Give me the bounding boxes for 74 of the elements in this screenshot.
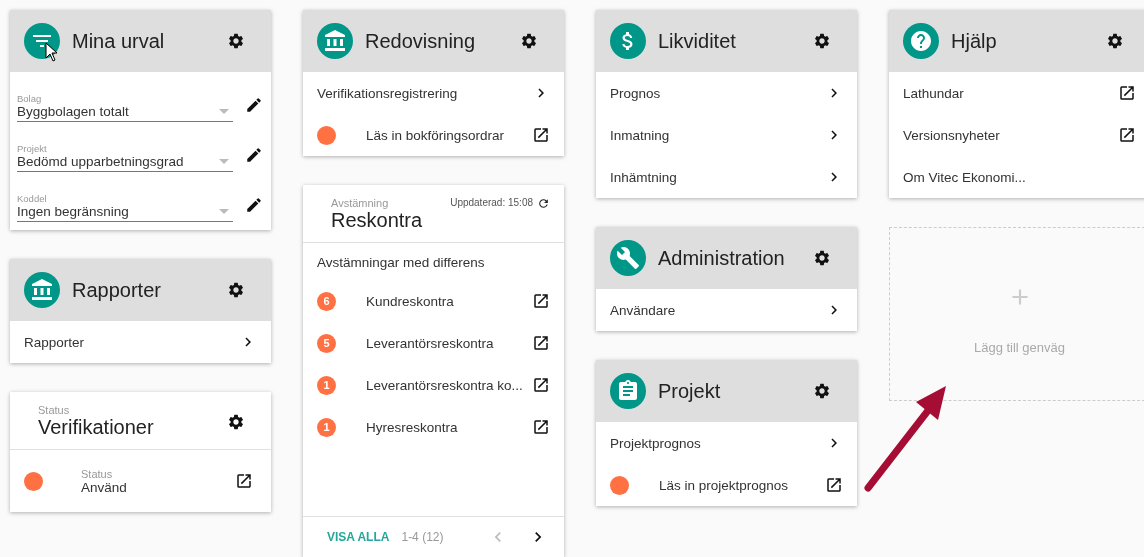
menu-item[interactable]: Verifikationsregistrering <box>303 72 564 114</box>
dropdown-caret-icon <box>219 159 229 164</box>
menu-item[interactable]: Läs in bokföringsordrar <box>344 127 524 143</box>
row-value: Använd <box>81 479 128 495</box>
external-link-icon[interactable] <box>235 472 253 490</box>
external-link-icon <box>1118 126 1136 144</box>
select-field[interactable]: Bolag Byggbolagen totalt <box>17 93 233 122</box>
card-title: Hjälp <box>951 29 998 53</box>
pencil-icon[interactable] <box>245 96 263 114</box>
section-title: Avstämningar med differens <box>316 254 486 272</box>
card-title: Verifikationer <box>38 416 155 439</box>
external-link-icon <box>1118 84 1136 102</box>
menu-item[interactable]: Läs in projektprognos <box>637 477 817 493</box>
settings-icon[interactable] <box>227 281 245 299</box>
card-title: Projekt <box>658 379 722 403</box>
menu-item[interactable]: Prognos <box>596 72 857 114</box>
card-title: Redovisning <box>365 29 477 53</box>
external-link-icon[interactable] <box>532 126 550 144</box>
dollar-icon <box>610 23 646 59</box>
card-title: Administration <box>658 246 786 270</box>
card-title: Reskontra <box>331 209 424 232</box>
count-badge: 1 <box>317 375 336 395</box>
external-link-icon[interactable] <box>532 376 550 394</box>
menu-item[interactable]: Inhämtning <box>596 156 857 198</box>
count-badge: 5 <box>317 333 336 353</box>
select-field[interactable]: Koddel Ingen begränsning <box>17 193 233 222</box>
pencil-icon[interactable] <box>245 196 263 214</box>
updated-time: Uppdaterad: 15:08 <box>450 197 533 208</box>
menu-item[interactable]: Användare <box>596 289 857 331</box>
menu-item[interactable]: Kundreskontra <box>344 293 524 309</box>
menu-item[interactable]: Versionsnyheter <box>889 114 1144 156</box>
menu-item[interactable]: Rapporter <box>10 321 271 363</box>
menu-item[interactable]: Om Vitec Ekonomi... <box>889 156 1144 198</box>
menu-item[interactable]: Leverantörsreskontra ko... <box>344 377 524 393</box>
help-icon <box>903 23 939 59</box>
count-badge: 6 <box>317 291 336 311</box>
menu-item[interactable]: Projektprognos <box>596 422 857 464</box>
settings-icon[interactable] <box>520 32 538 50</box>
settings-icon[interactable] <box>813 32 831 50</box>
menu-item[interactable]: Lathundar <box>889 72 1144 114</box>
card-title: Likviditet <box>658 29 737 53</box>
filter-icon <box>24 23 60 59</box>
external-link-icon[interactable] <box>532 292 550 310</box>
pencil-icon[interactable] <box>245 146 263 164</box>
bank-icon <box>317 23 353 59</box>
mouse-cursor-icon <box>45 42 59 62</box>
status-dot <box>610 475 629 495</box>
card-subtitle: Avstämning <box>331 197 390 209</box>
count-badge: 1 <box>317 417 336 437</box>
settings-icon[interactable] <box>227 412 245 431</box>
menu-item[interactable]: Hyresreskontra <box>344 419 524 435</box>
settings-icon[interactable] <box>227 32 245 50</box>
settings-icon[interactable] <box>1106 32 1124 50</box>
clipboard-icon <box>610 373 646 409</box>
menu-item[interactable]: Inmatning <box>596 114 857 156</box>
dropdown-caret-icon <box>219 109 229 114</box>
wrench-icon <box>610 240 646 276</box>
status-dot <box>24 471 43 491</box>
bank-icon <box>24 272 60 308</box>
external-link-icon[interactable] <box>532 334 550 352</box>
card-subtitle: Status <box>38 404 71 416</box>
external-link-icon[interactable] <box>532 418 550 436</box>
external-link-icon[interactable] <box>825 476 843 494</box>
refresh-icon[interactable] <box>537 197 550 210</box>
card-title: Mina urval <box>72 29 166 53</box>
dropdown-caret-icon <box>219 209 229 214</box>
settings-icon[interactable] <box>813 249 831 267</box>
menu-item[interactable]: Leverantörsreskontra <box>344 335 524 351</box>
settings-icon[interactable] <box>813 382 831 400</box>
row-label: Status <box>81 467 114 480</box>
select-field[interactable]: Projekt Bedömd upparbetningsgrad <box>17 143 233 172</box>
card-title: Rapporter <box>72 278 162 302</box>
status-dot <box>317 125 336 145</box>
page-range: 1-4 (12) <box>401 530 445 544</box>
